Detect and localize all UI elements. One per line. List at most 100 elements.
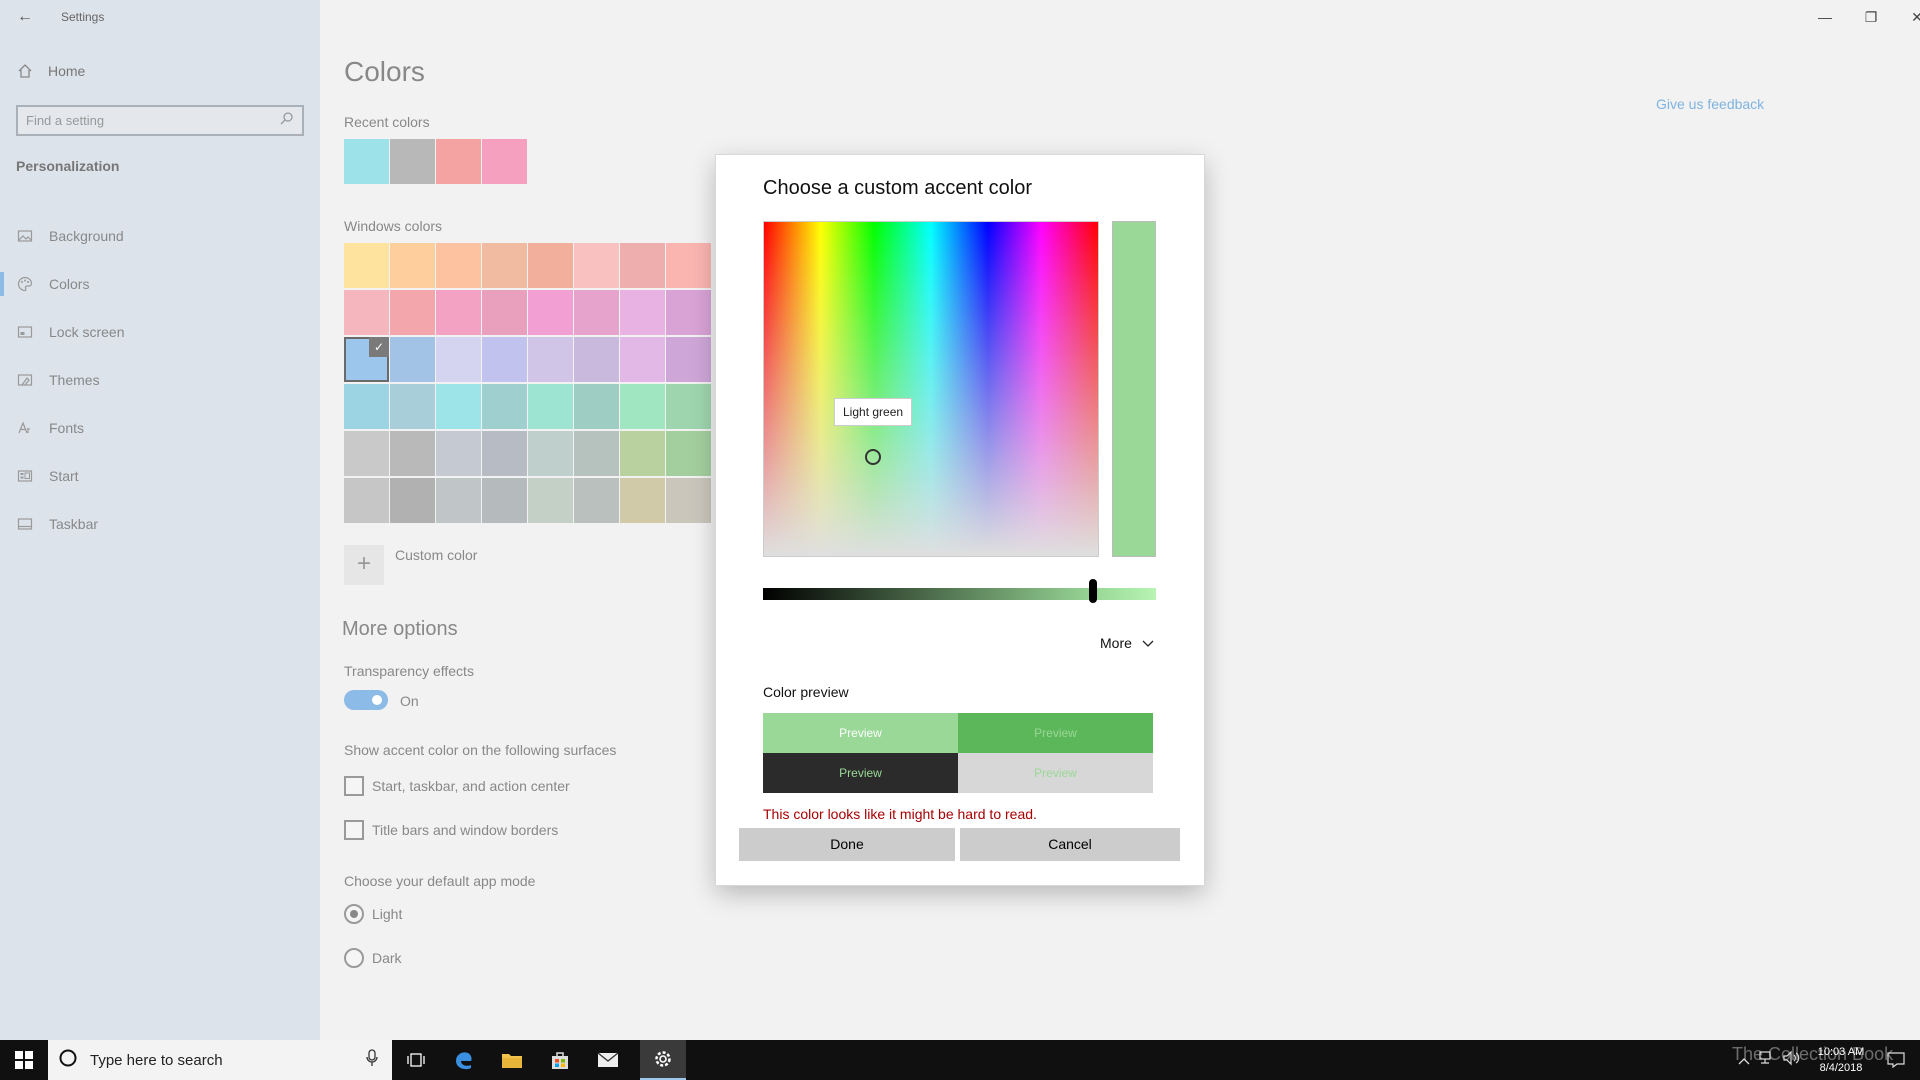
windows-color-swatch[interactable] [666, 243, 711, 288]
file-explorer-icon[interactable] [488, 1040, 536, 1080]
windows-color-swatch[interactable] [666, 384, 711, 429]
find-setting-input[interactable] [26, 113, 280, 128]
sidebar-item-background[interactable]: Background [0, 212, 320, 260]
windows-color-swatch[interactable] [666, 290, 711, 335]
checkbox-title-bars[interactable] [344, 820, 364, 840]
windows-color-swatch[interactable] [620, 243, 665, 288]
taskbar-search[interactable] [48, 1040, 392, 1080]
tray-chevron-up-icon[interactable] [1738, 1052, 1750, 1070]
windows-color-swatch[interactable] [666, 337, 711, 382]
windows-start-icon[interactable] [0, 1040, 48, 1080]
windows-color-swatch[interactable] [620, 290, 665, 335]
windows-color-swatch[interactable] [620, 478, 665, 523]
windows-color-swatch[interactable] [528, 243, 573, 288]
windows-color-swatch[interactable] [528, 431, 573, 476]
more-button[interactable]: More [1100, 635, 1154, 651]
home-link[interactable]: Home [16, 62, 85, 80]
windows-color-swatch[interactable] [344, 478, 389, 523]
windows-color-swatch[interactable] [436, 337, 481, 382]
windows-color-swatch[interactable] [528, 478, 573, 523]
taskbar-clock[interactable]: 10:03 AM 8/4/2018 [1806, 1044, 1876, 1076]
windows-color-swatch[interactable] [482, 384, 527, 429]
done-button[interactable]: Done [739, 828, 955, 861]
windows-color-swatch[interactable] [344, 431, 389, 476]
windows-color-swatch[interactable] [436, 478, 481, 523]
checkbox-start-taskbar[interactable] [344, 776, 364, 796]
windows-color-swatch[interactable] [528, 290, 573, 335]
recent-color-swatch[interactable] [436, 139, 481, 184]
cancel-button[interactable]: Cancel [960, 828, 1180, 861]
windows-color-swatch[interactable] [574, 337, 619, 382]
windows-color-swatch[interactable] [436, 384, 481, 429]
store-icon[interactable] [536, 1040, 584, 1080]
action-center-icon[interactable] [1872, 1040, 1920, 1080]
windows-color-swatch[interactable]: ✓ [344, 337, 389, 382]
windows-color-swatch[interactable] [620, 337, 665, 382]
sidebar-item-colors[interactable]: Colors [0, 260, 320, 308]
windows-colors-row: ✓ [344, 337, 711, 382]
windows-color-swatch[interactable] [528, 337, 573, 382]
transparency-toggle[interactable] [344, 690, 388, 710]
windows-color-swatch[interactable] [390, 384, 435, 429]
back-arrow-icon[interactable]: ← [14, 6, 36, 28]
windows-color-swatch[interactable] [482, 243, 527, 288]
edge-browser-icon[interactable] [440, 1040, 488, 1080]
sidebar-item-lock-screen[interactable]: Lock screen [0, 308, 320, 356]
windows-color-swatch[interactable] [666, 431, 711, 476]
windows-color-swatch[interactable] [344, 384, 389, 429]
task-view-icon[interactable] [392, 1040, 440, 1080]
windows-color-swatch[interactable] [482, 478, 527, 523]
windows-color-swatch[interactable] [482, 290, 527, 335]
custom-color-label: Custom color [395, 547, 478, 563]
windows-color-swatch[interactable] [390, 478, 435, 523]
close-button[interactable]: ✕ [1894, 2, 1920, 32]
windows-color-swatch[interactable] [620, 431, 665, 476]
mail-icon[interactable] [584, 1040, 632, 1080]
maximize-button[interactable]: ❐ [1848, 2, 1894, 32]
minimize-button[interactable]: — [1802, 2, 1848, 32]
windows-color-swatch[interactable] [344, 290, 389, 335]
sidebar-item-start[interactable]: Start [0, 452, 320, 500]
give-feedback-link[interactable]: Give us feedback [1656, 96, 1764, 112]
windows-color-swatch[interactable] [482, 337, 527, 382]
sidebar-item-fonts[interactable]: Fonts [0, 404, 320, 452]
windows-color-swatch[interactable] [390, 431, 435, 476]
custom-color-button[interactable]: + Custom color [344, 545, 477, 585]
windows-color-swatch[interactable] [436, 290, 481, 335]
volume-icon[interactable] [1782, 1050, 1800, 1071]
recent-color-swatch[interactable] [390, 139, 435, 184]
color-spectrum[interactable]: Light green [763, 221, 1099, 557]
windows-color-swatch[interactable] [574, 384, 619, 429]
microphone-icon[interactable] [366, 1048, 378, 1072]
windows-color-swatch[interactable] [390, 290, 435, 335]
brightness-slider[interactable] [763, 579, 1156, 603]
windows-color-swatch[interactable] [344, 243, 389, 288]
settings-gear-icon[interactable] [640, 1040, 686, 1080]
radio-dark[interactable] [344, 948, 364, 968]
recent-color-swatch[interactable] [482, 139, 527, 184]
windows-color-swatch[interactable] [620, 384, 665, 429]
palette-icon [16, 275, 34, 293]
brightness-slider-thumb[interactable] [1089, 579, 1098, 603]
windows-color-swatch[interactable] [574, 431, 619, 476]
windows-color-swatch[interactable] [666, 478, 711, 523]
radio-light[interactable] [344, 904, 364, 924]
windows-color-swatch[interactable] [574, 478, 619, 523]
sidebar-item-themes[interactable]: Themes [0, 356, 320, 404]
windows-color-swatch[interactable] [436, 431, 481, 476]
windows-color-swatch[interactable] [574, 290, 619, 335]
preview-light-accent: Preview [763, 713, 958, 753]
windows-color-swatch[interactable] [436, 243, 481, 288]
windows-color-swatch[interactable] [390, 337, 435, 382]
taskbar-search-input[interactable] [90, 1051, 354, 1069]
sidebar-item-taskbar[interactable]: Taskbar [0, 500, 320, 548]
windows-color-swatch[interactable] [482, 431, 527, 476]
windows-color-swatch[interactable] [574, 243, 619, 288]
search-icon[interactable] [280, 111, 294, 130]
find-setting-search[interactable] [16, 105, 304, 136]
network-icon[interactable] [1758, 1050, 1774, 1071]
windows-color-swatch[interactable] [390, 243, 435, 288]
recent-color-swatch[interactable] [344, 139, 389, 184]
windows-color-swatch[interactable] [528, 384, 573, 429]
color-picker-handle[interactable] [865, 449, 881, 465]
